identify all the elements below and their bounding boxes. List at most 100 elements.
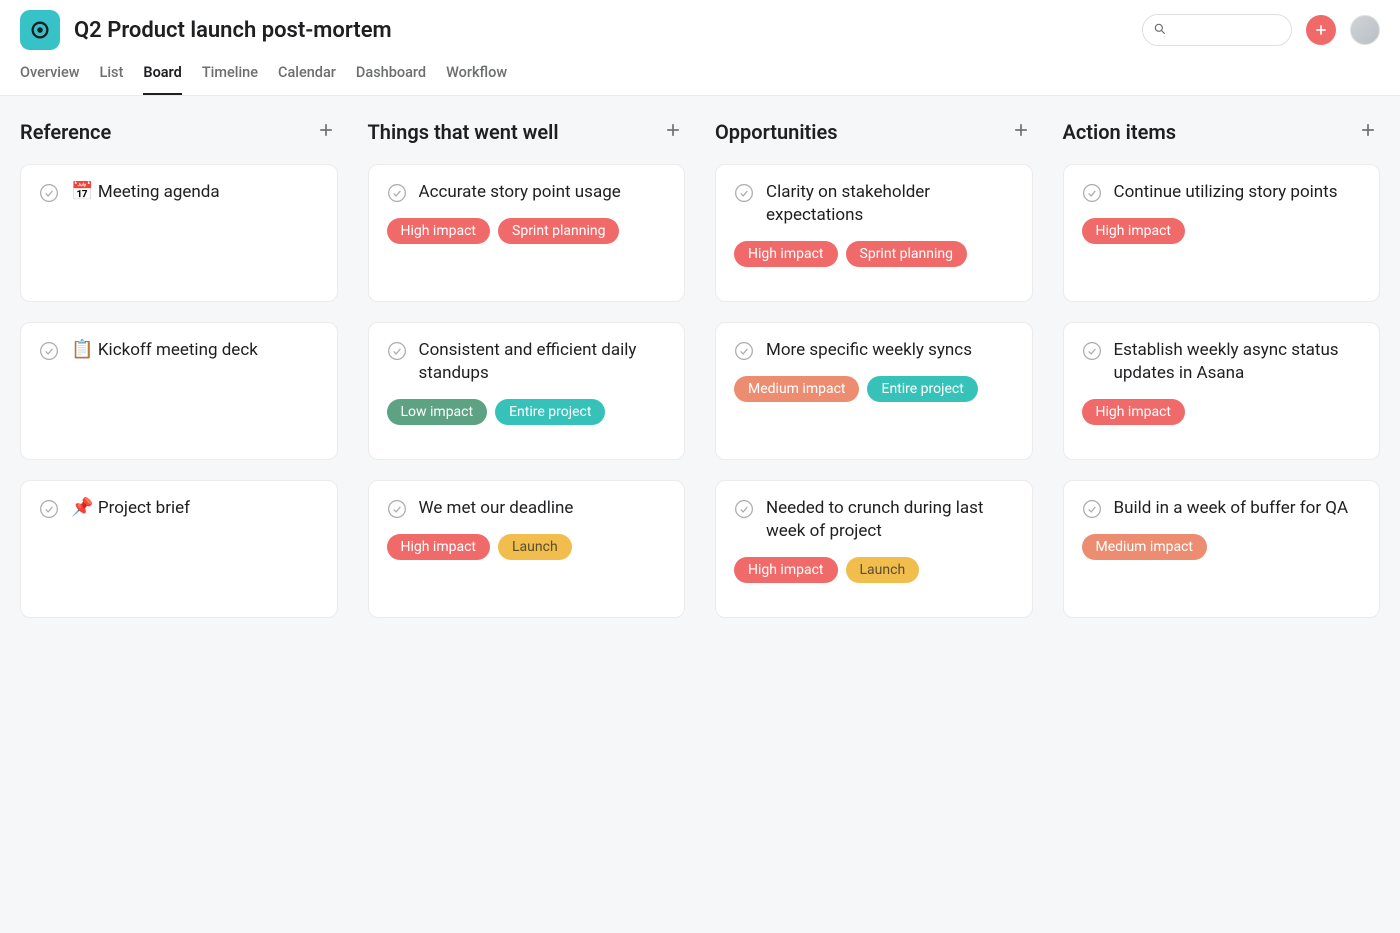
card-header-row: Needed to crunch during last week of pro… [734,497,1014,543]
header-left: Q2 Product launch post-mortem [20,10,392,50]
card-header-row: We met our deadline [387,497,667,520]
column-title[interactable]: Opportunities [715,120,838,144]
check-circle-icon[interactable] [387,183,407,203]
card-title: Kickoff meeting deck [98,340,258,360]
check-circle-icon[interactable] [734,499,754,519]
header: Q2 Product launch post-mortem Overview Li… [0,0,1400,96]
board-column: Reference 📅 Meeting agenda 📋 Kickoff meeti… [20,120,338,618]
card-tags: High impact Launch [387,534,667,560]
board-card[interactable]: 📋 Kickoff meeting deck [20,322,338,460]
card-tag[interactable]: Sprint planning [498,218,619,244]
card-header-row: Continue utilizing story points [1082,181,1362,204]
project-title[interactable]: Q2 Product launch post-mortem [74,18,392,43]
card-title: Clarity on stakeholder expectations [766,182,930,225]
card-tag[interactable]: Launch [498,534,572,560]
header-top: Q2 Product launch post-mortem [20,10,1380,56]
add-button[interactable] [1306,15,1336,45]
board-column: Things that went well Accurate story poin… [368,120,686,618]
board-card[interactable]: Clarity on stakeholder expectations High … [715,164,1033,302]
board-card[interactable]: Needed to crunch during last week of pro… [715,480,1033,618]
board-card[interactable]: Accurate story point usage High impact Spr… [368,164,686,302]
column-header: Reference [20,120,338,144]
card-title: Needed to crunch during last week of pro… [766,498,984,541]
card-tag[interactable]: Medium impact [734,376,859,402]
card-header-row: Accurate story point usage [387,181,667,204]
tab-workflow[interactable]: Workflow [446,56,507,95]
column-add-button[interactable] [661,120,685,144]
plus-icon [316,120,336,144]
check-circle-icon[interactable] [1082,341,1102,361]
board-card[interactable]: Continue utilizing story points High impa… [1063,164,1381,302]
card-header-row: Consistent and efficient daily standups [387,339,667,385]
card-title: Build in a week of buffer for QA [1114,498,1349,518]
tab-list[interactable]: List [100,56,124,95]
board-card[interactable]: We met our deadline High impact Launch [368,480,686,618]
board: Reference 📅 Meeting agenda 📋 Kickoff meeti… [0,96,1400,642]
tab-board[interactable]: Board [143,56,181,95]
search-box[interactable] [1142,14,1292,46]
board-card[interactable]: 📌 Project brief [20,480,338,618]
card-tag[interactable]: High impact [1082,399,1186,425]
board-card[interactable]: More specific weekly syncs Medium impact E… [715,322,1033,460]
column-add-button[interactable] [1356,120,1380,144]
check-circle-icon[interactable] [387,341,407,361]
column-header: Action items [1063,120,1381,144]
board-card[interactable]: Build in a week of buffer for QA Medium i… [1063,480,1381,618]
card-header-row: Clarity on stakeholder expectations [734,181,1014,227]
search-input[interactable] [1173,23,1281,38]
check-circle-icon[interactable] [39,499,59,519]
card-tag[interactable]: Sprint planning [846,241,967,267]
card-header-row: 📅 Meeting agenda [39,181,319,204]
check-circle-icon[interactable] [1082,499,1102,519]
check-circle-icon[interactable] [39,183,59,203]
board-column: Action items Continue utilizing story poi… [1063,120,1381,618]
check-circle-icon[interactable] [39,341,59,361]
column-title[interactable]: Things that went well [368,120,559,144]
card-header-row: Establish weekly async status updates in… [1082,339,1362,385]
tab-dashboard[interactable]: Dashboard [356,56,426,95]
card-tag[interactable]: Medium impact [1082,534,1207,560]
tab-timeline[interactable]: Timeline [202,56,258,95]
board-card[interactable]: Establish weekly async status updates in… [1063,322,1381,460]
card-title: Continue utilizing story points [1114,182,1338,202]
card-tags: High impact [1082,399,1362,425]
search-icon [1153,21,1167,40]
avatar[interactable] [1350,15,1380,45]
card-tags: High impact Sprint planning [734,241,1014,267]
header-right [1142,14,1380,46]
check-circle-icon[interactable] [734,183,754,203]
card-tag[interactable]: Low impact [387,399,488,425]
check-circle-icon[interactable] [387,499,407,519]
card-tag[interactable]: High impact [387,534,491,560]
card-tag[interactable]: Entire project [867,376,977,402]
column-add-button[interactable] [314,120,338,144]
tab-overview[interactable]: Overview [20,56,80,95]
card-tag[interactable]: High impact [387,218,491,244]
card-header-row: More specific weekly syncs [734,339,1014,362]
column-add-button[interactable] [1009,120,1033,144]
card-header-row: 📋 Kickoff meeting deck [39,339,319,362]
card-tag[interactable]: High impact [1082,218,1186,244]
card-tag[interactable]: Launch [846,557,920,583]
card-emoji: 📌 [71,497,98,518]
check-circle-icon[interactable] [734,341,754,361]
plus-icon [1011,120,1031,144]
project-icon[interactable] [20,10,60,50]
card-emoji: 📅 [71,181,98,202]
card-header-row: Build in a week of buffer for QA [1082,497,1362,520]
card-tag[interactable]: Entire project [495,399,605,425]
card-tags: Low impact Entire project [387,399,667,425]
check-circle-icon[interactable] [1082,183,1102,203]
card-tags: High impact Launch [734,557,1014,583]
plus-icon [1358,120,1378,144]
tab-calendar[interactable]: Calendar [278,56,336,95]
column-title[interactable]: Reference [20,120,111,144]
card-title: Meeting agenda [98,182,220,202]
card-tag[interactable]: High impact [734,241,838,267]
card-title: Accurate story point usage [419,182,621,202]
card-tag[interactable]: High impact [734,557,838,583]
card-tags: High impact [1082,218,1362,244]
column-title[interactable]: Action items [1063,120,1177,144]
board-card[interactable]: 📅 Meeting agenda [20,164,338,302]
board-card[interactable]: Consistent and efficient daily standups L… [368,322,686,460]
